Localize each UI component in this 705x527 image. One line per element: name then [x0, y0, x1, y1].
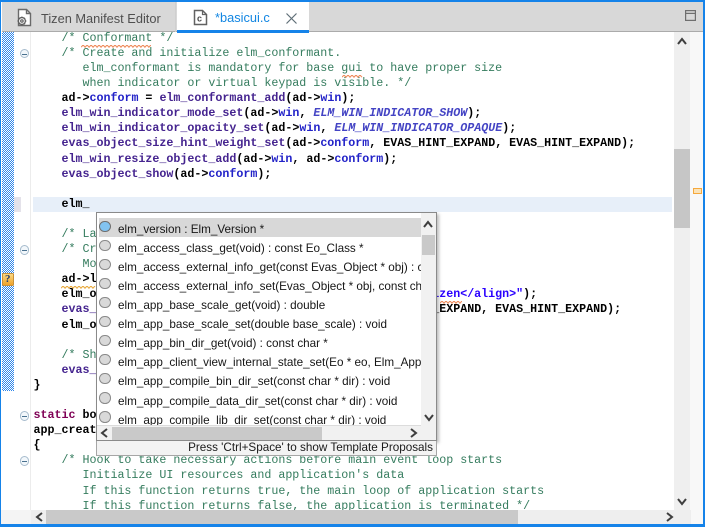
svg-text:c: c: [197, 14, 202, 24]
